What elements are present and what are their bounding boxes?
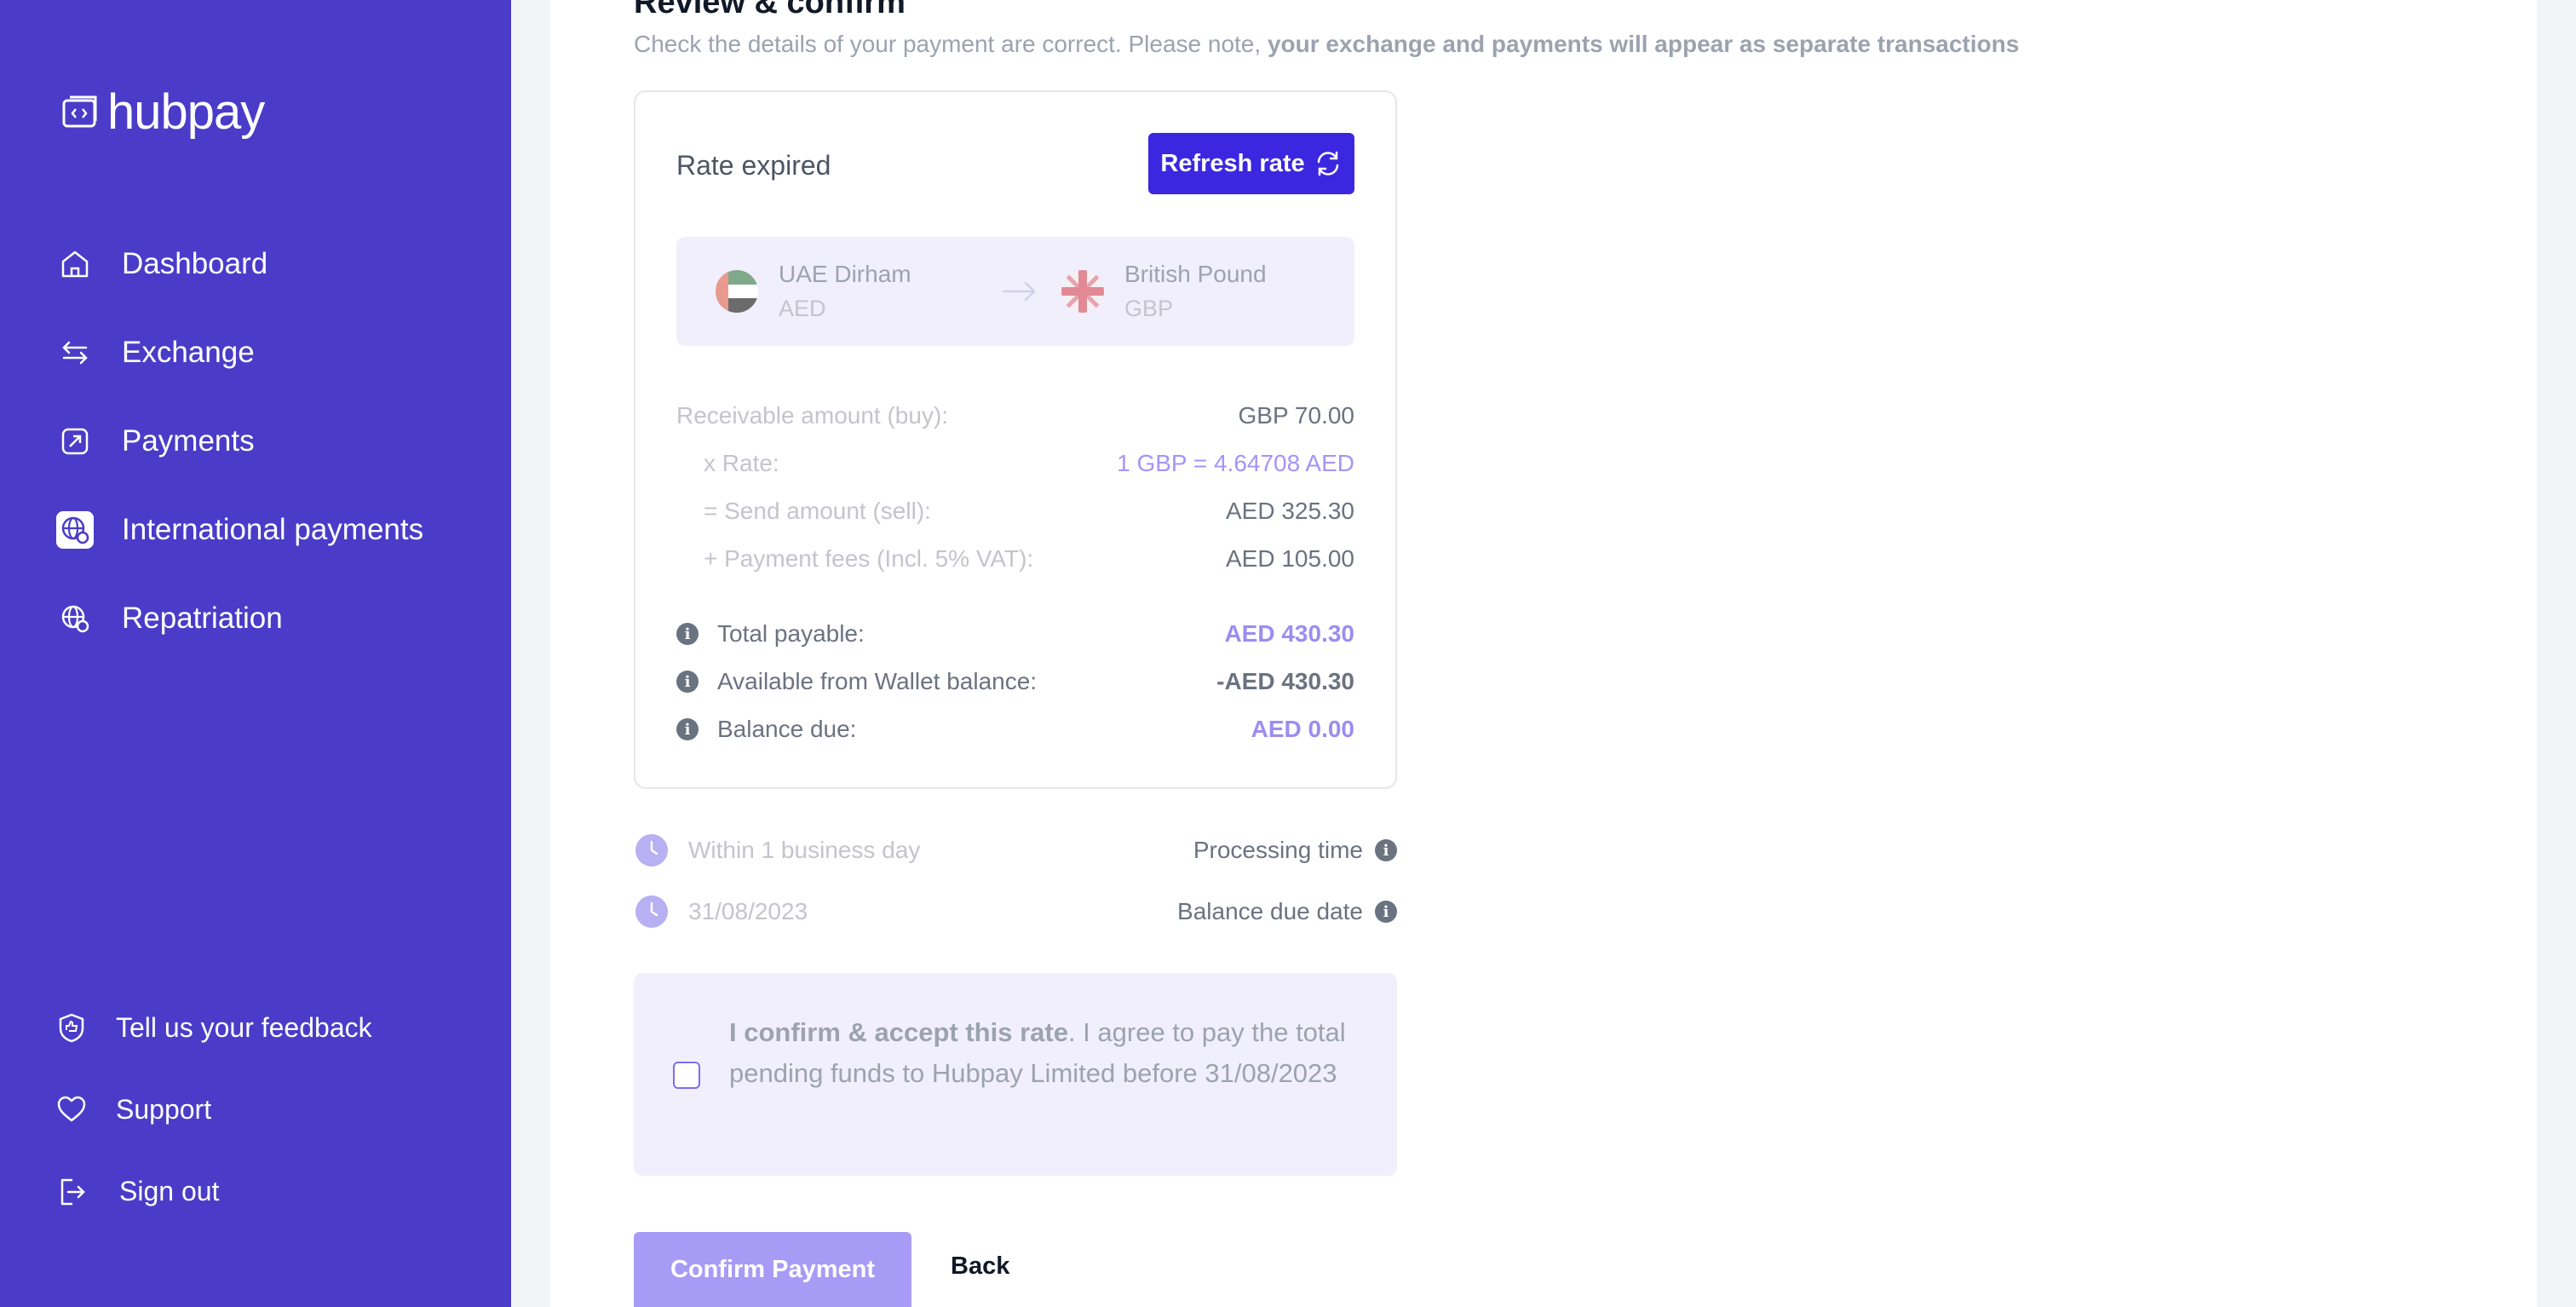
to-currency: British Pound GBP <box>1061 257 1267 325</box>
balance-due-date-value: 31/08/2023 <box>688 898 808 924</box>
info-icon[interactable]: i <box>676 671 699 693</box>
row-value: 1 GBP = 4.64708 AED <box>1117 450 1354 476</box>
to-currency-name: British Pound <box>1124 261 1267 287</box>
logo-icon <box>62 95 97 128</box>
sign-out-label: Sign out <box>119 1176 220 1206</box>
uae-flag-icon <box>716 270 758 313</box>
from-currency: UAE Dirham AED <box>716 257 911 325</box>
balance-due-date-label: Balance due date <box>1177 898 1363 924</box>
sidebar-item-label: Exchange <box>122 336 255 369</box>
balance-due-row: i Balance due: AED 0.00 <box>676 712 1354 746</box>
fees-row: + Payment fees (Incl. 5% VAT): AED 105.0… <box>676 542 1354 576</box>
sidebar-item-label: Payments <box>122 424 255 458</box>
row-value: -AED 430.30 <box>1216 668 1354 694</box>
row-label: Available from Wallet balance: <box>717 668 1038 694</box>
row-value: AED 105.00 <box>1226 545 1354 572</box>
logo-text: hubpay <box>107 84 265 140</box>
sidebar-item-dashboard[interactable]: Dashboard <box>56 239 267 290</box>
rate-row: x Rate: 1 GBP = 4.64708 AED <box>676 446 1354 481</box>
confirm-rate-checkbox[interactable] <box>673 1062 700 1089</box>
row-label: Receivable amount (buy): <box>676 402 949 429</box>
confirm-rate-bold: I confirm & accept this rate <box>729 1017 1068 1047</box>
info-icon[interactable]: i <box>676 623 699 645</box>
refresh-rate-button[interactable]: Refresh rate <box>1148 133 1354 194</box>
sidebar-item-exchange[interactable]: Exchange <box>56 327 255 378</box>
confirm-rate-text: I confirm & accept this rate. I agree to… <box>729 1012 1360 1094</box>
balance-due-date-row: 31/08/2023 Balance due date i <box>635 893 1397 930</box>
processing-time-label-wrap: Processing time i <box>1193 837 1397 864</box>
row-label-wrap: i Total payable: <box>676 620 865 648</box>
content-gutter-right <box>2537 0 2576 1307</box>
processing-time-label: Processing time <box>1193 837 1363 863</box>
arrow-right-icon <box>1000 274 1038 313</box>
sidebar-item-international-payments[interactable]: International payments <box>56 504 423 556</box>
row-label: = Send amount (sell): <box>704 498 931 524</box>
swap-arrows-icon <box>56 334 94 371</box>
wallet-balance-row: i Available from Wallet balance: -AED 430… <box>676 665 1354 699</box>
info-icon[interactable]: i <box>1375 839 1397 861</box>
payment-summary-card: Rate expired Refresh rate UAE Dirham AED… <box>634 90 1397 789</box>
feedback-button[interactable]: Tell us your feedback <box>53 1004 372 1051</box>
confirm-payment-button[interactable]: Confirm Payment <box>634 1232 911 1307</box>
hubpay-logo[interactable]: hubpay <box>61 84 265 140</box>
row-label: x Rate: <box>704 450 779 476</box>
subtitle-text: Check the details of your payment are co… <box>634 31 1268 57</box>
info-icon[interactable]: i <box>1375 901 1397 923</box>
sidebar-item-label: Repatriation <box>122 602 283 635</box>
support-button[interactable]: Support <box>53 1085 211 1133</box>
balance-due-date-label-wrap: Balance due date i <box>1177 898 1397 925</box>
back-button[interactable]: Back <box>951 1252 1009 1281</box>
row-label: Total payable: <box>717 620 865 647</box>
sign-out-button[interactable]: Sign out <box>53 1167 219 1215</box>
heart-icon <box>53 1091 90 1128</box>
row-label: + Payment fees (Incl. 5% VAT): <box>704 545 1034 572</box>
send-amount-row: = Send amount (sell): AED 325.30 <box>676 494 1354 528</box>
home-icon <box>56 245 94 283</box>
processing-time-value: Within 1 business day <box>688 837 921 863</box>
content-gutter-left <box>511 0 550 1307</box>
support-label: Support <box>116 1094 212 1125</box>
to-currency-code: GBP <box>1124 296 1174 321</box>
processing-time-row: Within 1 business day Processing time i <box>635 832 1397 869</box>
sidebar: hubpay Dashboard Exchange Payments Inter… <box>0 0 511 1307</box>
globe-icon <box>56 511 94 549</box>
row-value: AED 325.30 <box>1226 498 1354 524</box>
sidebar-item-repatriation[interactable]: Repatriation <box>56 593 283 644</box>
from-currency-code: AED <box>779 296 826 321</box>
rate-status: Rate expired <box>676 150 831 181</box>
refresh-icon <box>1317 151 1338 176</box>
row-label: Balance due: <box>717 716 857 742</box>
row-label-wrap: i Available from Wallet balance: <box>676 668 1037 695</box>
row-value: GBP 70.00 <box>1238 402 1354 429</box>
feedback-label: Tell us your feedback <box>116 1012 372 1043</box>
from-currency-name: UAE Dirham <box>779 261 911 287</box>
total-payable-row: i Total payable: AED 430.30 <box>676 617 1354 651</box>
row-label-wrap: i Balance due: <box>676 716 856 743</box>
clock-icon <box>635 834 668 867</box>
row-value: AED 0.00 <box>1251 716 1354 742</box>
feedback-icon <box>53 1009 90 1046</box>
uk-flag-icon <box>1061 270 1104 313</box>
refresh-rate-label: Refresh rate <box>1160 149 1305 177</box>
subtitle-bold-text: your exchange and payments will appear a… <box>1267 31 2020 57</box>
currency-pair: UAE Dirham AED British Pound GBP <box>676 237 1354 346</box>
sidebar-item-label: Dashboard <box>122 247 268 280</box>
globe-icon <box>56 600 94 637</box>
receivable-row: Receivable amount (buy): GBP 70.00 <box>676 399 1354 433</box>
confirm-rate-box: I confirm & accept this rate. I agree to… <box>634 973 1397 1176</box>
clock-icon <box>635 895 668 928</box>
row-value: AED 430.30 <box>1224 620 1354 647</box>
payment-icon <box>56 423 94 460</box>
info-icon[interactable]: i <box>676 718 699 740</box>
page-subtitle: Check the details of your payment are co… <box>634 31 2019 58</box>
sign-out-icon <box>53 1172 90 1210</box>
page-title: Review & confirm <box>634 0 906 20</box>
sidebar-item-payments[interactable]: Payments <box>56 416 255 467</box>
sidebar-item-label: International payments <box>122 513 424 546</box>
